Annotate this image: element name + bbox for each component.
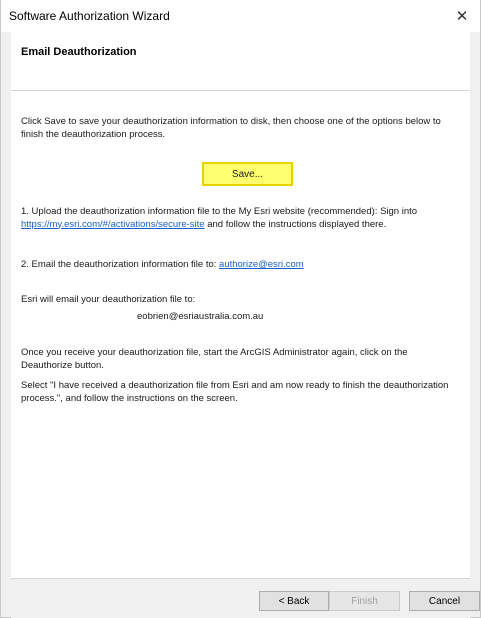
option-email: 2. Email the deauthorization information… xyxy=(21,259,456,272)
select-instructions: Select "I have received a deauthorizatio… xyxy=(21,380,449,404)
esri-email-label: Esri will email your deauthorization fil… xyxy=(21,294,196,305)
save-button[interactable]: Save... xyxy=(202,162,293,186)
back-button[interactable]: < Back xyxy=(259,591,329,611)
option-upload-suffix: and follow the instructions displayed th… xyxy=(204,218,387,230)
option-upload-text: 1. Upload the deauthorization informatio… xyxy=(21,206,418,217)
finish-button[interactable]: Finish xyxy=(329,591,400,611)
wizard-footer: < Back Finish Cancel xyxy=(11,578,480,618)
wizard-window: Software Authorization Wizard ✕ Email De… xyxy=(0,0,481,618)
my-esri-link[interactable]: https://my.esri.com/#/activations/secure… xyxy=(21,219,205,230)
cancel-button[interactable]: Cancel xyxy=(409,591,480,611)
close-icon[interactable]: ✕ xyxy=(444,0,480,32)
authorize-email-link[interactable]: authorize@esri.com xyxy=(219,259,304,270)
receive-instructions: Once you receive your deauthorization fi… xyxy=(21,347,408,371)
page-title: Email Deauthorization xyxy=(21,46,137,58)
title-bar: Software Authorization Wizard ✕ xyxy=(1,0,480,32)
option-upload: 1. Upload the deauthorization informatio… xyxy=(21,206,456,231)
window-title: Software Authorization Wizard xyxy=(9,9,170,23)
option-email-text: 2. Email the deauthorization information… xyxy=(21,259,220,270)
wizard-header: Email Deauthorization xyxy=(11,32,470,91)
user-email: eobrien@esriaustralia.com.au xyxy=(137,311,264,322)
wizard-content: Click Save to save your deauthorization … xyxy=(11,91,470,578)
intro-text: Click Save to save your deauthorization … xyxy=(21,116,441,140)
